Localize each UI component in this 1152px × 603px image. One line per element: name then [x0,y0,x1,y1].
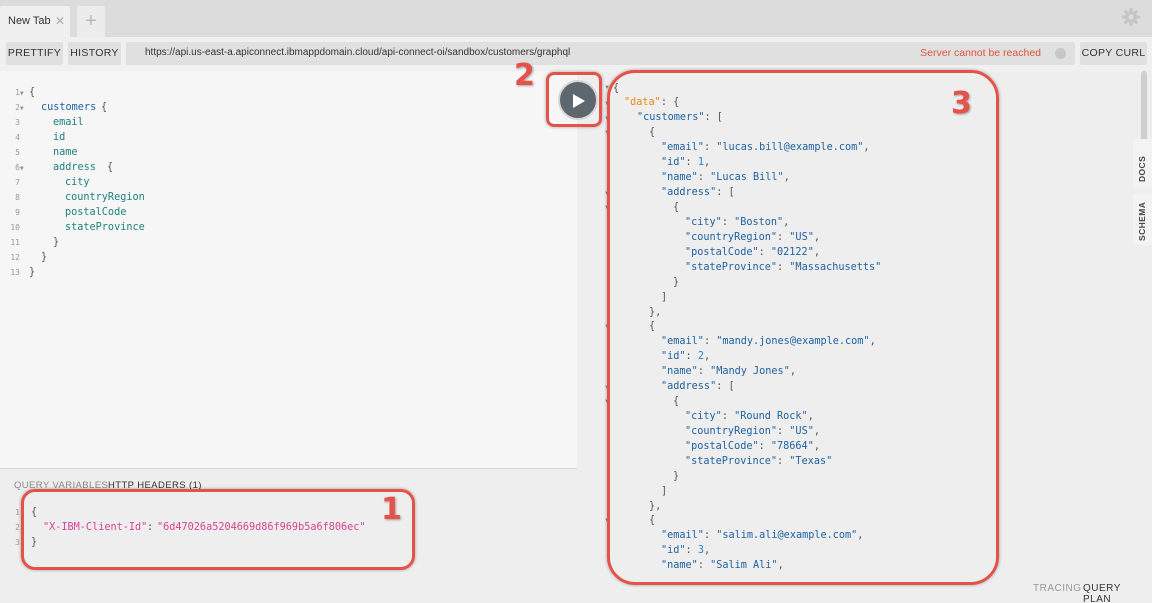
query-field: countryRegion [65,192,145,203]
annotation-number-2: 2 [514,58,535,93]
line-number: 12 [10,253,20,262]
line-number: 1 [15,508,20,517]
history-button[interactable]: HISTORY [68,42,121,65]
annotation-box-1 [21,489,415,570]
annotation-number-3: 3 [951,86,972,121]
query-brace: } [41,252,48,263]
query-field: name [53,147,78,158]
fold-arrow-icon[interactable]: ▼ [20,105,24,112]
query-field: stateProvince [65,222,145,233]
query-plan-tab[interactable]: QUERY PLAN [1083,583,1152,603]
line-number: 7 [15,178,20,187]
query-field: postalCode [65,207,127,218]
line-number: 11 [10,238,20,247]
query-brace: } [53,237,60,248]
docs-tab[interactable]: DOCS [1133,139,1152,189]
query-field: email [53,117,84,128]
new-tab-button[interactable]: + [77,6,105,37]
line-number: 3 [15,118,20,127]
toolbar: PRETTIFY HISTORY https://api.us-east-a.a… [0,37,1152,71]
close-icon[interactable]: ✕ [55,14,65,28]
line-number: 2 [15,523,20,532]
annotation-box-3 [607,70,999,585]
line-number: 2 [15,103,20,112]
server-status-text: Server cannot be reached [920,47,1041,59]
line-number: 4 [15,133,20,142]
query-root-field: customers [41,102,97,113]
query-brace: { [101,102,108,113]
endpoint-url-field[interactable]: https://api.us-east-a.apiconnect.ibmappd… [126,42,1075,65]
line-number: 13 [10,268,20,277]
line-number: 8 [15,193,20,202]
line-number: 1 [15,88,20,97]
tracing-tab[interactable]: TRACING [1033,583,1082,594]
line-number: 3 [15,538,20,547]
line-number: 10 [10,223,20,232]
tab-new-tab[interactable]: New Tab ✕ [0,6,70,37]
query-field: city [65,177,90,188]
copy-curl-button[interactable]: COPY CURL [1080,42,1147,65]
fold-arrow-icon[interactable]: ▼ [20,165,24,172]
schema-tab[interactable]: SCHEMA [1133,193,1152,245]
status-dot-icon [1055,48,1066,59]
docs-tab-label: DOCS [1137,155,1147,182]
gear-icon[interactable] [1121,7,1141,27]
tab-bar: New Tab ✕ + [0,0,1152,37]
query-brace: } [29,267,36,278]
annotation-box-2 [546,72,602,127]
schema-tab-label: SCHEMA [1137,201,1147,241]
query-editor[interactable]: 1 2 3 4 5 6 7 8 9 10 11 12 13 ▼ ▼ ▼ { cu… [0,71,577,468]
annotation-number-1: 1 [381,492,402,527]
fold-arrow-icon[interactable]: ▼ [20,90,24,97]
prettify-button[interactable]: PRETTIFY [6,42,63,65]
query-field: id [53,132,66,143]
query-brace: { [29,87,36,98]
line-number: 9 [15,208,20,217]
query-field: address [53,162,96,173]
tab-title: New Tab [8,15,51,27]
query-brace: { [107,162,114,173]
line-number: 6 [15,163,20,172]
endpoint-url-text: https://api.us-east-a.apiconnect.ibmappd… [145,47,571,58]
line-number: 5 [15,148,20,157]
